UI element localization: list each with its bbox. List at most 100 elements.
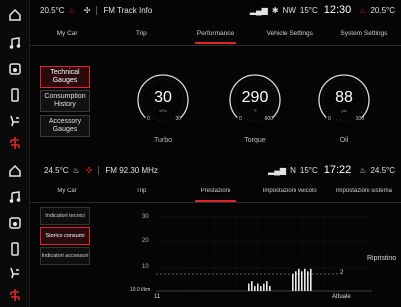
fan-icon[interactable]: ✣ [86,166,93,175]
status-bar-bottom: 24.5°C ♨ ✣ FM 92.30 MHz ▂▄▆ N 15°C 17:22… [30,160,401,180]
y-tick-20: 20 [142,238,149,244]
signal-icon: ▂▄▆ [268,165,287,175]
tab-divider [30,45,401,46]
consumption-bar [251,281,253,291]
tab-my-car[interactable]: My Car [30,30,104,44]
oil-value: 88 [335,89,353,106]
consumption-bar [292,273,294,291]
music-icon[interactable] [0,30,30,56]
left-temperature[interactable]: 24.5°C [44,166,69,175]
torque-gauge: 290 °F 0 600 [227,72,283,128]
oil-max: 100 [355,116,364,122]
oil-gauge: 88 psi 0 100 [316,72,372,128]
home-icon[interactable] [0,2,30,28]
consumption-bar [260,286,262,291]
consumption-bar [295,271,297,291]
indicatori-tecnici-button[interactable]: Indicatori tecnici [40,207,90,225]
tab-divider [30,202,401,203]
apps-icon[interactable] [0,282,30,307]
music-icon[interactable] [0,184,30,210]
bottom-tab-bar: My Car Trip Prestazioni Impostazioni vei… [30,188,401,202]
tab-trip[interactable]: Trip [104,188,178,202]
oil-label: Oil [339,137,349,144]
consumption-chart-svg [156,213,372,292]
x-right-label: Attuale [332,294,351,300]
right-temperature[interactable]: 24.5°C [370,166,395,175]
tab-impostazioni-veicolo[interactable]: Impostazioni veicolo [253,188,327,202]
tab-performance[interactable]: Performance [178,30,252,44]
radio-label[interactable]: FM 92.30 MHz [105,166,157,175]
consumption-bar [266,281,268,291]
phone-icon[interactable] [0,236,30,262]
consumption-bar [298,268,300,291]
tab-system-settings[interactable]: System Settings [327,30,401,44]
consumption-bar [307,271,309,291]
torque-min: 0 [239,116,242,122]
seat-heat-right-icon[interactable]: ♨ [359,6,366,15]
y-tick-10: 10 [142,264,149,270]
turbo-value: 30 [154,89,172,106]
torque-value: 290 [241,89,269,106]
compass-heading: NW [282,5,296,15]
signal-icon: ▂▄▆ [249,5,268,15]
divider [98,165,100,175]
consumption-bar [263,283,265,291]
clock: 17:22 [323,164,352,176]
status-bar: 20.5°C ♨ ✣ FM Track Info ▂▄▆ ✱ NW 15°C 1… [30,0,401,20]
radio-label[interactable]: FM Track Info [103,6,152,15]
tab-my-car[interactable]: My Car [30,188,104,202]
tab-prestazioni[interactable]: Prestazioni [178,188,252,202]
nav-rail-bottom [0,154,30,307]
outside-temperature: 15°C [299,165,318,175]
technical-gauges-button[interactable]: Technical Gauges [40,66,90,88]
torque-unit: °F [252,108,258,113]
seat-heat-icon[interactable]: ♨ [69,6,76,15]
reset-button[interactable]: Ripristino [367,255,396,262]
consumption-bar [257,283,259,291]
turbo-unit: kPa [159,108,167,113]
outside-temperature: 15°C [299,5,318,15]
phone-icon[interactable] [0,82,30,108]
torque-max: 600 [264,116,273,122]
accessory-gauges-button[interactable]: Accessory Gauges [40,115,90,137]
tab-impostazioni-sistema[interactable]: Impostazioni sistema [327,188,401,202]
indicatori-accessori-button[interactable]: Indicatori accessori [40,247,90,265]
clock: 12:30 [323,4,352,16]
top-tab-bar: My Car Trip Performance Vehicle Settings… [30,30,401,44]
torque-label: Torque [244,137,266,144]
turbo-min: 0 [147,116,150,122]
seat-heat-right-icon[interactable]: ♨ [359,166,366,175]
consumption-bar [254,286,256,291]
consumption-history-button[interactable]: Consumption History [40,90,90,112]
bluetooth-icon: ✱ [271,5,279,15]
consumption-bar [248,283,250,291]
divider [96,5,98,15]
turbo-label: Turbo [153,137,173,144]
y-tick-30: 30 [142,214,149,220]
left-temperature[interactable]: 20.5°C [40,6,65,15]
consumption-bar [304,268,306,291]
fan-icon[interactable]: ✣ [84,6,91,15]
media-icon[interactable] [0,210,30,236]
consumption-bar [310,268,312,291]
apps-icon[interactable] [0,130,30,156]
compass-heading: N [290,165,296,175]
tab-trip[interactable]: Trip [104,30,178,44]
top-screen: 20.5°C ♨ ✣ FM Track Info ▂▄▆ ✱ NW 15°C 1… [0,0,401,154]
consumption-bar [301,271,303,291]
media-icon[interactable] [0,56,30,82]
nav-rail [0,0,30,154]
oil-unit: psi [341,108,347,113]
x-left-label: 11 [154,294,161,300]
oil-min: 0 [328,116,331,122]
turbo-max: 30 [175,116,181,122]
seat-heat-icon[interactable]: ♨ [73,166,80,175]
storico-consumi-button[interactable]: Storico consumi [40,227,90,245]
right-temperature[interactable]: 20.5°C [370,6,395,15]
x-start-label: 10.0 l/km [130,287,151,293]
reference-value: 2 [340,270,344,276]
consumption-chart: 30 20 10 10.0 l/km 11 Attuale 2 [130,205,378,302]
home-icon[interactable] [0,158,30,184]
tab-vehicle-settings[interactable]: Vehicle Settings [253,30,327,44]
consumption-bar [269,286,271,291]
